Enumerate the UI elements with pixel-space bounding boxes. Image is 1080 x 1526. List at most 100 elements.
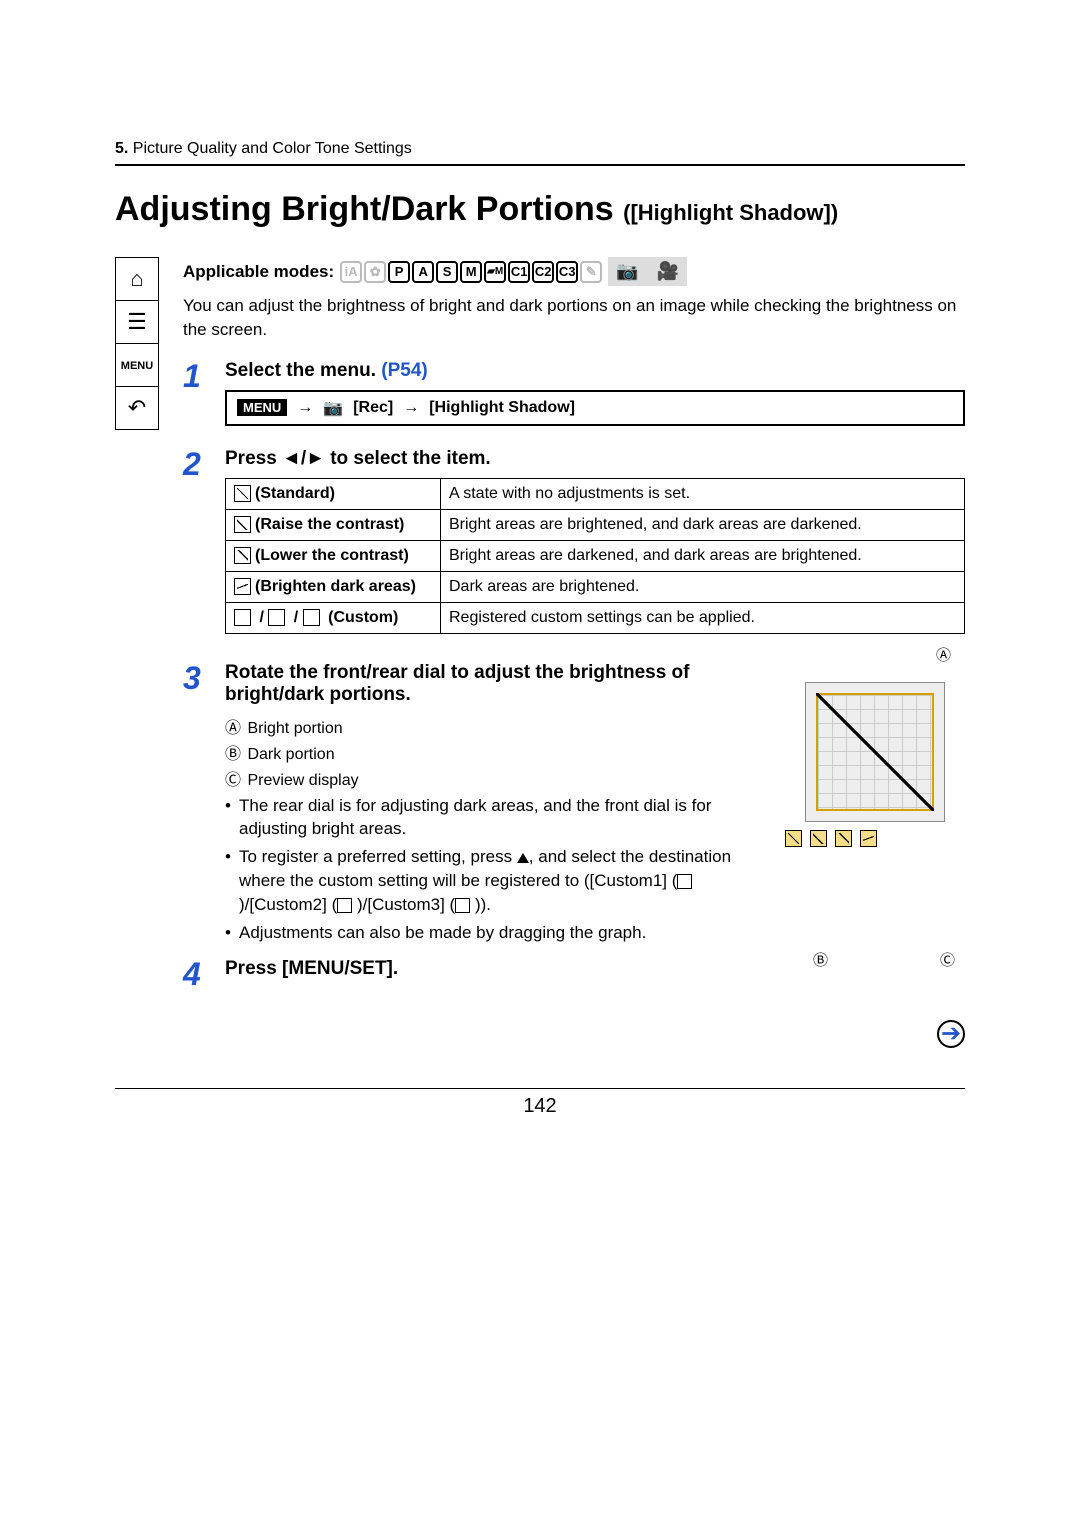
custom2-icon: [268, 609, 285, 626]
table-row: / / (Custom) Registered custom settings …: [226, 602, 965, 633]
arrow-icon-2: →: [403, 399, 419, 417]
menu-path-box: MENU → 📷 [Rec] → [Highlight Shadow]: [225, 390, 965, 426]
breadcrumb: 5. Picture Quality and Color Tone Settin…: [115, 140, 965, 158]
mode-boxes: iA ✿ P A S M ▰M C1 C2 C3 ✎: [340, 261, 602, 283]
step-1-title-text: Select the menu.: [225, 360, 376, 381]
step-2-num: 2: [183, 448, 211, 652]
callout-C-letter: Ⓒ: [225, 766, 243, 790]
callout-C-text: Preview display: [247, 772, 358, 789]
title-sub: ([Highlight Shadow]): [623, 200, 838, 225]
graph-diagonal: [816, 693, 934, 811]
fig-label-A: Ⓐ: [936, 644, 951, 665]
toc-icon[interactable]: ☰: [115, 300, 159, 344]
fig-label-C: Ⓒ: [940, 949, 955, 970]
table-row: (Standard) A state with no adjustments i…: [226, 478, 965, 509]
opt-bright-desc: Dark areas are brightened.: [441, 571, 965, 602]
mode-movie-icon: ▰M: [484, 261, 506, 283]
breadcrumb-num: 5.: [115, 140, 128, 157]
mode-m: M: [460, 261, 482, 283]
step-3-bullets: The rear dial is for adjusting dark area…: [225, 794, 767, 945]
table-row: (Brighten dark areas) Dark areas are bri…: [226, 571, 965, 602]
custom2-inline-icon: [337, 898, 352, 913]
page-number: 142: [115, 1088, 965, 1118]
preset-bright-icon: [860, 830, 877, 847]
bullet-register: To register a preferred setting, press ,…: [225, 845, 767, 916]
applicable-label: Applicable modes:: [183, 262, 334, 282]
arrow-right-icon: ➔: [937, 1020, 965, 1048]
bullet-rear-front-dial: The rear dial is for adjusting dark area…: [225, 794, 767, 842]
graph-box: [805, 682, 945, 822]
rec-icon: 📷: [323, 398, 343, 418]
menu-path-rec: [Rec]: [353, 399, 393, 417]
menu-tag: MENU: [237, 399, 287, 416]
step-3-num: 3: [183, 662, 211, 949]
bullet-drag-graph: Adjustments can also be made by dragging…: [225, 921, 767, 945]
page-title: Adjusting Bright/Dark Portions ([Highlig…: [115, 190, 965, 229]
graph-figure: Ⓐ Ⓑ Ⓒ: [785, 662, 965, 949]
table-row: (Lower the contrast) Bright areas are da…: [226, 540, 965, 571]
mode-palette-icon: ✎: [580, 261, 602, 283]
menu-nav-icon[interactable]: MENU: [115, 343, 159, 387]
breadcrumb-text: Picture Quality and Color Tone Settings: [133, 140, 412, 157]
step-1: 1 Select the menu. (P54) MENU → 📷 [Rec] …: [183, 360, 965, 438]
options-table: (Standard) A state with no adjustments i…: [225, 478, 965, 634]
table-row: (Raise the contrast) Bright areas are br…: [226, 509, 965, 540]
mode-s: S: [436, 261, 458, 283]
b2e: )).: [470, 895, 491, 914]
step-3: 3 Rotate the front/rear dial to adjust t…: [183, 662, 965, 949]
side-nav: ⌂ ☰ MENU ↶: [115, 257, 165, 1048]
opt-custom-desc: Registered custom settings can be applie…: [441, 602, 965, 633]
custom3-inline-icon: [455, 898, 470, 913]
camera-icon: 📷: [616, 261, 638, 282]
mode-c1: C1: [508, 261, 530, 283]
callout-B-text: Dark portion: [247, 746, 334, 763]
preset-lower-icon: [835, 830, 852, 847]
custom3-icon: [303, 609, 320, 626]
opt-raise-name: (Raise the contrast): [255, 516, 404, 533]
callout-A-letter: Ⓐ: [225, 714, 243, 738]
mode-c3: C3: [556, 261, 578, 283]
up-triangle-icon: [517, 853, 529, 863]
callout-A-text: Bright portion: [247, 720, 342, 737]
b2c: )/[Custom2] (: [239, 895, 337, 914]
mode-c2: C2: [532, 261, 554, 283]
mode-a: A: [412, 261, 434, 283]
step-2-title: Press ◄/► to select the item.: [225, 448, 965, 470]
preset-std-icon: [785, 830, 802, 847]
arrow-icon: →: [297, 399, 313, 417]
custom1-inline-icon: [677, 874, 692, 889]
b2a: To register a preferred setting, press: [239, 847, 517, 866]
title-main: Adjusting Bright/Dark Portions: [115, 190, 614, 228]
graph-preset-row: [785, 830, 965, 847]
step-3-title: Rotate the front/rear dial to adjust the…: [225, 662, 767, 706]
preset-raise-icon: [810, 830, 827, 847]
device-icons: 📷 🎥: [608, 257, 687, 286]
intro-text: You can adjust the brightness of bright …: [183, 294, 965, 342]
custom1-icon: [234, 609, 251, 626]
mode-p: P: [388, 261, 410, 283]
callout-B-letter: Ⓑ: [225, 740, 243, 764]
step-1-title: Select the menu. (P54): [225, 360, 965, 382]
applicable-modes-row: Applicable modes: iA ✿ P A S M ▰M C1 C2 …: [183, 257, 965, 286]
mode-ia-icon: iA: [340, 261, 362, 283]
back-icon[interactable]: ↶: [115, 386, 159, 430]
brighten-dark-icon: [234, 578, 251, 595]
opt-raise-desc: Bright areas are brightened, and dark ar…: [441, 509, 965, 540]
fig-label-B: Ⓑ: [813, 949, 828, 970]
standard-icon: [234, 485, 251, 502]
home-icon[interactable]: ⌂: [115, 257, 159, 301]
step-1-ref-link[interactable]: (P54): [381, 360, 427, 381]
raise-contrast-icon: [234, 516, 251, 533]
step-4: 4 Press [MENU/SET].: [183, 958, 965, 990]
next-page-arrow[interactable]: ➔: [183, 1020, 965, 1048]
step-1-num: 1: [183, 360, 211, 438]
video-icon: 🎥: [657, 261, 679, 282]
callouts: Ⓐ Bright portion Ⓑ Dark portion Ⓒ Previe…: [225, 714, 767, 790]
menu-nav-label: MENU: [121, 360, 153, 372]
opt-bright-name: (Brighten dark areas): [255, 578, 416, 595]
top-rule: [115, 164, 965, 166]
step-4-num: 4: [183, 958, 211, 990]
opt-standard-desc: A state with no adjustments is set.: [441, 478, 965, 509]
opt-standard-name: (Standard): [255, 485, 335, 502]
opt-lower-desc: Bright areas are darkened, and dark area…: [441, 540, 965, 571]
